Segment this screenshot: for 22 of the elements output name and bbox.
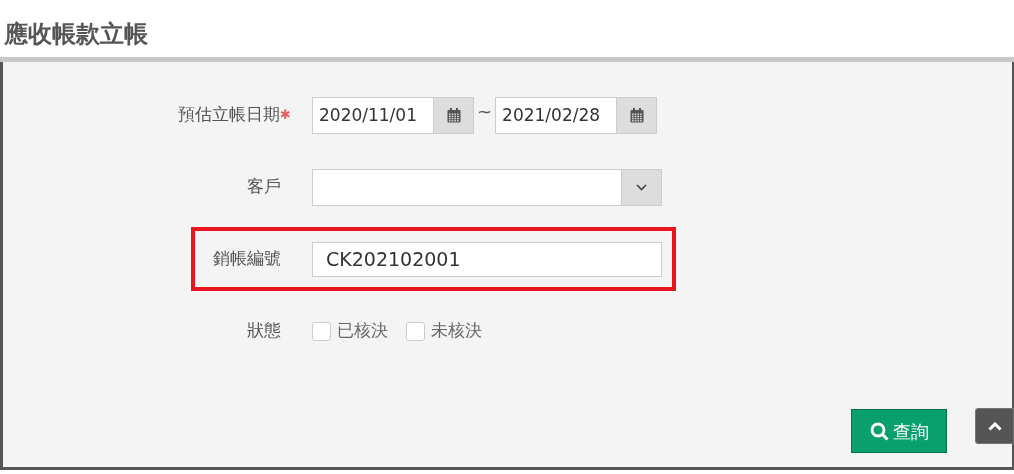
checkbox-label: 已核決: [337, 319, 388, 343]
checkbox[interactable]: [406, 321, 425, 341]
calendar-icon: [446, 107, 461, 123]
date-field[interactable]: 2020/11/01: [312, 96, 434, 134]
field-label: 銷帳編號: [213, 247, 281, 271]
scroll-top-button[interactable]: [975, 408, 1014, 444]
checkbox-label: 未核決: [431, 319, 482, 343]
calendar-button[interactable]: [434, 96, 474, 134]
calendar-icon: [629, 107, 644, 123]
calendar-button[interactable]: [617, 96, 658, 134]
input-field[interactable]: CK202102001: [312, 241, 662, 277]
required-mark: ✱: [280, 106, 291, 125]
field-label: 狀態: [247, 319, 281, 343]
page-title: 應收帳款立帳: [4, 18, 148, 50]
field-label: 客戶: [247, 175, 281, 199]
checkbox[interactable]: [312, 321, 331, 341]
date-field[interactable]: 2021/02/28: [495, 96, 618, 134]
chevron-up-icon: [987, 421, 1002, 431]
range-separator: ~: [476, 99, 494, 124]
search-icon: [869, 421, 889, 441]
field-label: 預估立帳日期: [178, 103, 281, 127]
chevron-down-icon: [636, 183, 647, 191]
